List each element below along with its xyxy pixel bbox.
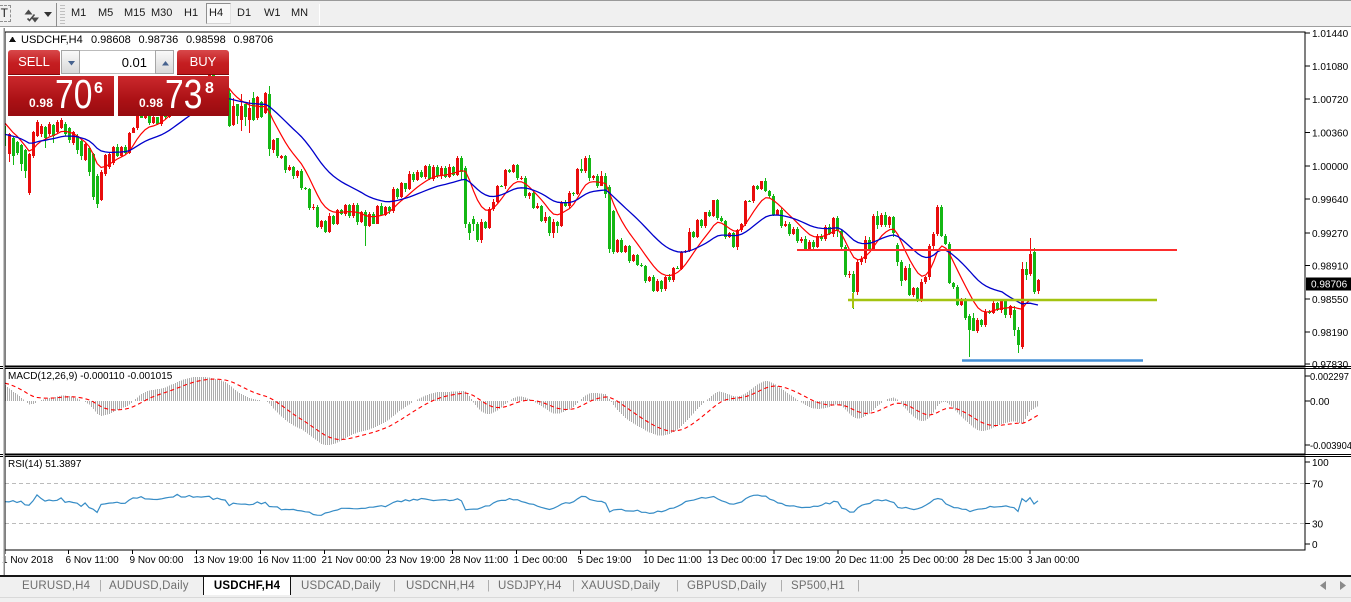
svg-text:16 Nov 11:00: 16 Nov 11:00: [258, 555, 317, 566]
svg-text:0.00: 0.00: [1310, 397, 1330, 408]
svg-text:0.99640: 0.99640: [1312, 195, 1349, 206]
svg-text:1.01440: 1.01440: [1312, 29, 1349, 40]
svg-text:6 Nov 11:00: 6 Nov 11:00: [66, 555, 120, 566]
svg-text:5 Dec 19:00: 5 Dec 19:00: [578, 555, 632, 566]
svg-text:13 Nov 19:00: 13 Nov 19:00: [194, 555, 254, 566]
svg-text:0.98736: 0.98736: [139, 34, 179, 46]
svg-text:13 Dec 00:00: 13 Dec 00:00: [707, 555, 767, 566]
svg-text:70: 70: [1312, 480, 1324, 491]
svg-text:10 Dec 11:00: 10 Dec 11:00: [643, 555, 702, 566]
svg-text:0: 0: [1312, 540, 1318, 551]
svg-text:21 Nov 00:00: 21 Nov 00:00: [322, 555, 382, 566]
svg-text:28 Nov 11:00: 28 Nov 11:00: [450, 555, 509, 566]
svg-text:0.98910: 0.98910: [1312, 262, 1349, 273]
svg-text:0.99270: 0.99270: [1312, 229, 1349, 240]
svg-text:25 Dec 00:00: 25 Dec 00:00: [899, 555, 959, 566]
svg-text:USDCHF,H4: USDCHF,H4: [21, 34, 83, 46]
svg-text:30: 30: [1312, 520, 1324, 531]
svg-text:20 Dec 11:00: 20 Dec 11:00: [835, 555, 894, 566]
svg-text:0.98550: 0.98550: [1312, 295, 1349, 306]
svg-text:1 Nov 2018: 1 Nov 2018: [2, 555, 54, 566]
svg-text:0.98608: 0.98608: [91, 34, 131, 46]
svg-text:RSI(14) 51.3897: RSI(14) 51.3897: [8, 459, 82, 470]
svg-text:1.00000: 1.00000: [1312, 162, 1349, 173]
svg-text:3 Jan 00:00: 3 Jan 00:00: [1027, 555, 1080, 566]
svg-text:0.98706: 0.98706: [1311, 280, 1348, 291]
svg-text:23 Nov 19:00: 23 Nov 19:00: [386, 555, 446, 566]
svg-text:1.00360: 1.00360: [1312, 129, 1349, 140]
svg-text:0.98706: 0.98706: [234, 34, 274, 46]
svg-text:0.98190: 0.98190: [1312, 328, 1349, 339]
svg-text:0.98598: 0.98598: [186, 34, 226, 46]
svg-text:1.00720: 1.00720: [1312, 95, 1349, 106]
svg-text:MACD(12,26,9) -0.000110 -0.001: MACD(12,26,9) -0.000110 -0.001015: [8, 371, 173, 382]
svg-text:28 Dec 15:00: 28 Dec 15:00: [963, 555, 1023, 566]
svg-text:1 Dec 00:00: 1 Dec 00:00: [514, 555, 568, 566]
svg-text:0.002297: 0.002297: [1310, 372, 1349, 383]
svg-text:17 Dec 19:00: 17 Dec 19:00: [771, 555, 831, 566]
svg-text:1.01080: 1.01080: [1312, 62, 1349, 73]
svg-text:100: 100: [1312, 458, 1329, 469]
svg-text:9 Nov 00:00: 9 Nov 00:00: [130, 555, 184, 566]
svg-text:-0.003904: -0.003904: [1310, 441, 1351, 452]
svg-text:0.97830: 0.97830: [1312, 360, 1349, 371]
